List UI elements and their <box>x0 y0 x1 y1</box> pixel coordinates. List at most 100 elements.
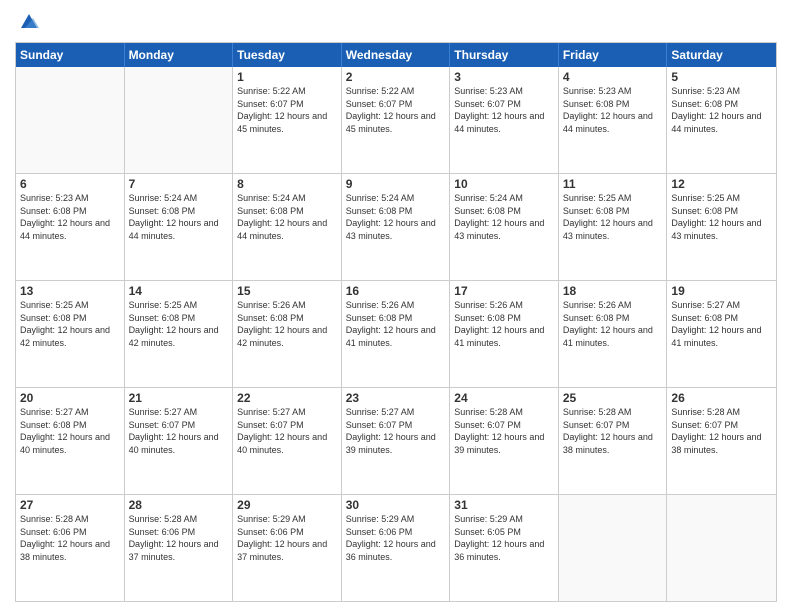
day-info: Sunrise: 5:22 AMSunset: 6:07 PMDaylight:… <box>237 85 337 135</box>
day-info: Sunrise: 5:23 AMSunset: 6:08 PMDaylight:… <box>20 192 120 242</box>
calendar-week: 6Sunrise: 5:23 AMSunset: 6:08 PMDaylight… <box>16 174 776 281</box>
day-info: Sunrise: 5:23 AMSunset: 6:08 PMDaylight:… <box>563 85 663 135</box>
calendar-cell: 5Sunrise: 5:23 AMSunset: 6:08 PMDaylight… <box>667 67 776 173</box>
day-number: 9 <box>346 177 446 191</box>
day-number: 15 <box>237 284 337 298</box>
day-number: 13 <box>20 284 120 298</box>
calendar-cell: 9Sunrise: 5:24 AMSunset: 6:08 PMDaylight… <box>342 174 451 280</box>
day-info: Sunrise: 5:27 AMSunset: 6:07 PMDaylight:… <box>237 406 337 456</box>
calendar-cell: 25Sunrise: 5:28 AMSunset: 6:07 PMDayligh… <box>559 388 668 494</box>
day-number: 21 <box>129 391 229 405</box>
calendar-day-header: Thursday <box>450 43 559 67</box>
calendar-week: 13Sunrise: 5:25 AMSunset: 6:08 PMDayligh… <box>16 281 776 388</box>
day-number: 1 <box>237 70 337 84</box>
logo <box>15 10 41 34</box>
day-info: Sunrise: 5:23 AMSunset: 6:07 PMDaylight:… <box>454 85 554 135</box>
header <box>15 10 777 34</box>
day-number: 12 <box>671 177 772 191</box>
day-number: 23 <box>346 391 446 405</box>
day-info: Sunrise: 5:24 AMSunset: 6:08 PMDaylight:… <box>129 192 229 242</box>
day-info: Sunrise: 5:27 AMSunset: 6:08 PMDaylight:… <box>20 406 120 456</box>
calendar-cell <box>16 67 125 173</box>
day-number: 31 <box>454 498 554 512</box>
calendar-cell: 18Sunrise: 5:26 AMSunset: 6:08 PMDayligh… <box>559 281 668 387</box>
calendar-day-header: Saturday <box>667 43 776 67</box>
day-info: Sunrise: 5:29 AMSunset: 6:06 PMDaylight:… <box>346 513 446 563</box>
calendar-cell <box>125 67 234 173</box>
calendar-body: 1Sunrise: 5:22 AMSunset: 6:07 PMDaylight… <box>16 67 776 601</box>
calendar-day-header: Sunday <box>16 43 125 67</box>
day-info: Sunrise: 5:27 AMSunset: 6:08 PMDaylight:… <box>671 299 772 349</box>
day-info: Sunrise: 5:29 AMSunset: 6:06 PMDaylight:… <box>237 513 337 563</box>
calendar-cell: 19Sunrise: 5:27 AMSunset: 6:08 PMDayligh… <box>667 281 776 387</box>
calendar-day-header: Tuesday <box>233 43 342 67</box>
day-info: Sunrise: 5:23 AMSunset: 6:08 PMDaylight:… <box>671 85 772 135</box>
day-info: Sunrise: 5:25 AMSunset: 6:08 PMDaylight:… <box>129 299 229 349</box>
day-number: 22 <box>237 391 337 405</box>
calendar-day-header: Friday <box>559 43 668 67</box>
day-number: 16 <box>346 284 446 298</box>
day-number: 4 <box>563 70 663 84</box>
calendar-header: SundayMondayTuesdayWednesdayThursdayFrid… <box>16 43 776 67</box>
day-info: Sunrise: 5:24 AMSunset: 6:08 PMDaylight:… <box>346 192 446 242</box>
day-info: Sunrise: 5:26 AMSunset: 6:08 PMDaylight:… <box>563 299 663 349</box>
day-info: Sunrise: 5:22 AMSunset: 6:07 PMDaylight:… <box>346 85 446 135</box>
calendar-cell: 24Sunrise: 5:28 AMSunset: 6:07 PMDayligh… <box>450 388 559 494</box>
calendar-cell: 22Sunrise: 5:27 AMSunset: 6:07 PMDayligh… <box>233 388 342 494</box>
calendar-cell: 29Sunrise: 5:29 AMSunset: 6:06 PMDayligh… <box>233 495 342 601</box>
day-info: Sunrise: 5:28 AMSunset: 6:07 PMDaylight:… <box>671 406 772 456</box>
day-number: 28 <box>129 498 229 512</box>
calendar-cell: 30Sunrise: 5:29 AMSunset: 6:06 PMDayligh… <box>342 495 451 601</box>
calendar-week: 27Sunrise: 5:28 AMSunset: 6:06 PMDayligh… <box>16 495 776 601</box>
calendar-cell: 15Sunrise: 5:26 AMSunset: 6:08 PMDayligh… <box>233 281 342 387</box>
calendar-cell: 4Sunrise: 5:23 AMSunset: 6:08 PMDaylight… <box>559 67 668 173</box>
day-number: 26 <box>671 391 772 405</box>
day-info: Sunrise: 5:28 AMSunset: 6:06 PMDaylight:… <box>20 513 120 563</box>
calendar-cell <box>667 495 776 601</box>
day-info: Sunrise: 5:25 AMSunset: 6:08 PMDaylight:… <box>563 192 663 242</box>
calendar: SundayMondayTuesdayWednesdayThursdayFrid… <box>15 42 777 602</box>
day-number: 24 <box>454 391 554 405</box>
day-number: 18 <box>563 284 663 298</box>
calendar-cell: 31Sunrise: 5:29 AMSunset: 6:05 PMDayligh… <box>450 495 559 601</box>
day-info: Sunrise: 5:27 AMSunset: 6:07 PMDaylight:… <box>346 406 446 456</box>
calendar-cell: 11Sunrise: 5:25 AMSunset: 6:08 PMDayligh… <box>559 174 668 280</box>
calendar-cell: 14Sunrise: 5:25 AMSunset: 6:08 PMDayligh… <box>125 281 234 387</box>
day-info: Sunrise: 5:28 AMSunset: 6:07 PMDaylight:… <box>454 406 554 456</box>
day-info: Sunrise: 5:29 AMSunset: 6:05 PMDaylight:… <box>454 513 554 563</box>
day-number: 30 <box>346 498 446 512</box>
calendar-cell: 27Sunrise: 5:28 AMSunset: 6:06 PMDayligh… <box>16 495 125 601</box>
calendar-cell: 12Sunrise: 5:25 AMSunset: 6:08 PMDayligh… <box>667 174 776 280</box>
day-info: Sunrise: 5:28 AMSunset: 6:06 PMDaylight:… <box>129 513 229 563</box>
calendar-cell: 13Sunrise: 5:25 AMSunset: 6:08 PMDayligh… <box>16 281 125 387</box>
day-info: Sunrise: 5:27 AMSunset: 6:07 PMDaylight:… <box>129 406 229 456</box>
calendar-week: 20Sunrise: 5:27 AMSunset: 6:08 PMDayligh… <box>16 388 776 495</box>
day-number: 17 <box>454 284 554 298</box>
calendar-cell: 20Sunrise: 5:27 AMSunset: 6:08 PMDayligh… <box>16 388 125 494</box>
calendar-cell: 8Sunrise: 5:24 AMSunset: 6:08 PMDaylight… <box>233 174 342 280</box>
calendar-cell <box>559 495 668 601</box>
day-number: 6 <box>20 177 120 191</box>
calendar-cell: 1Sunrise: 5:22 AMSunset: 6:07 PMDaylight… <box>233 67 342 173</box>
calendar-cell: 23Sunrise: 5:27 AMSunset: 6:07 PMDayligh… <box>342 388 451 494</box>
day-info: Sunrise: 5:28 AMSunset: 6:07 PMDaylight:… <box>563 406 663 456</box>
calendar-cell: 3Sunrise: 5:23 AMSunset: 6:07 PMDaylight… <box>450 67 559 173</box>
calendar-cell: 21Sunrise: 5:27 AMSunset: 6:07 PMDayligh… <box>125 388 234 494</box>
day-number: 2 <box>346 70 446 84</box>
day-number: 19 <box>671 284 772 298</box>
day-number: 20 <box>20 391 120 405</box>
day-info: Sunrise: 5:25 AMSunset: 6:08 PMDaylight:… <box>671 192 772 242</box>
day-info: Sunrise: 5:24 AMSunset: 6:08 PMDaylight:… <box>237 192 337 242</box>
calendar-cell: 16Sunrise: 5:26 AMSunset: 6:08 PMDayligh… <box>342 281 451 387</box>
day-info: Sunrise: 5:25 AMSunset: 6:08 PMDaylight:… <box>20 299 120 349</box>
day-number: 27 <box>20 498 120 512</box>
day-number: 3 <box>454 70 554 84</box>
calendar-day-header: Monday <box>125 43 234 67</box>
day-number: 29 <box>237 498 337 512</box>
day-info: Sunrise: 5:24 AMSunset: 6:08 PMDaylight:… <box>454 192 554 242</box>
day-number: 7 <box>129 177 229 191</box>
day-number: 11 <box>563 177 663 191</box>
day-info: Sunrise: 5:26 AMSunset: 6:08 PMDaylight:… <box>454 299 554 349</box>
calendar-cell: 7Sunrise: 5:24 AMSunset: 6:08 PMDaylight… <box>125 174 234 280</box>
calendar-cell: 6Sunrise: 5:23 AMSunset: 6:08 PMDaylight… <box>16 174 125 280</box>
